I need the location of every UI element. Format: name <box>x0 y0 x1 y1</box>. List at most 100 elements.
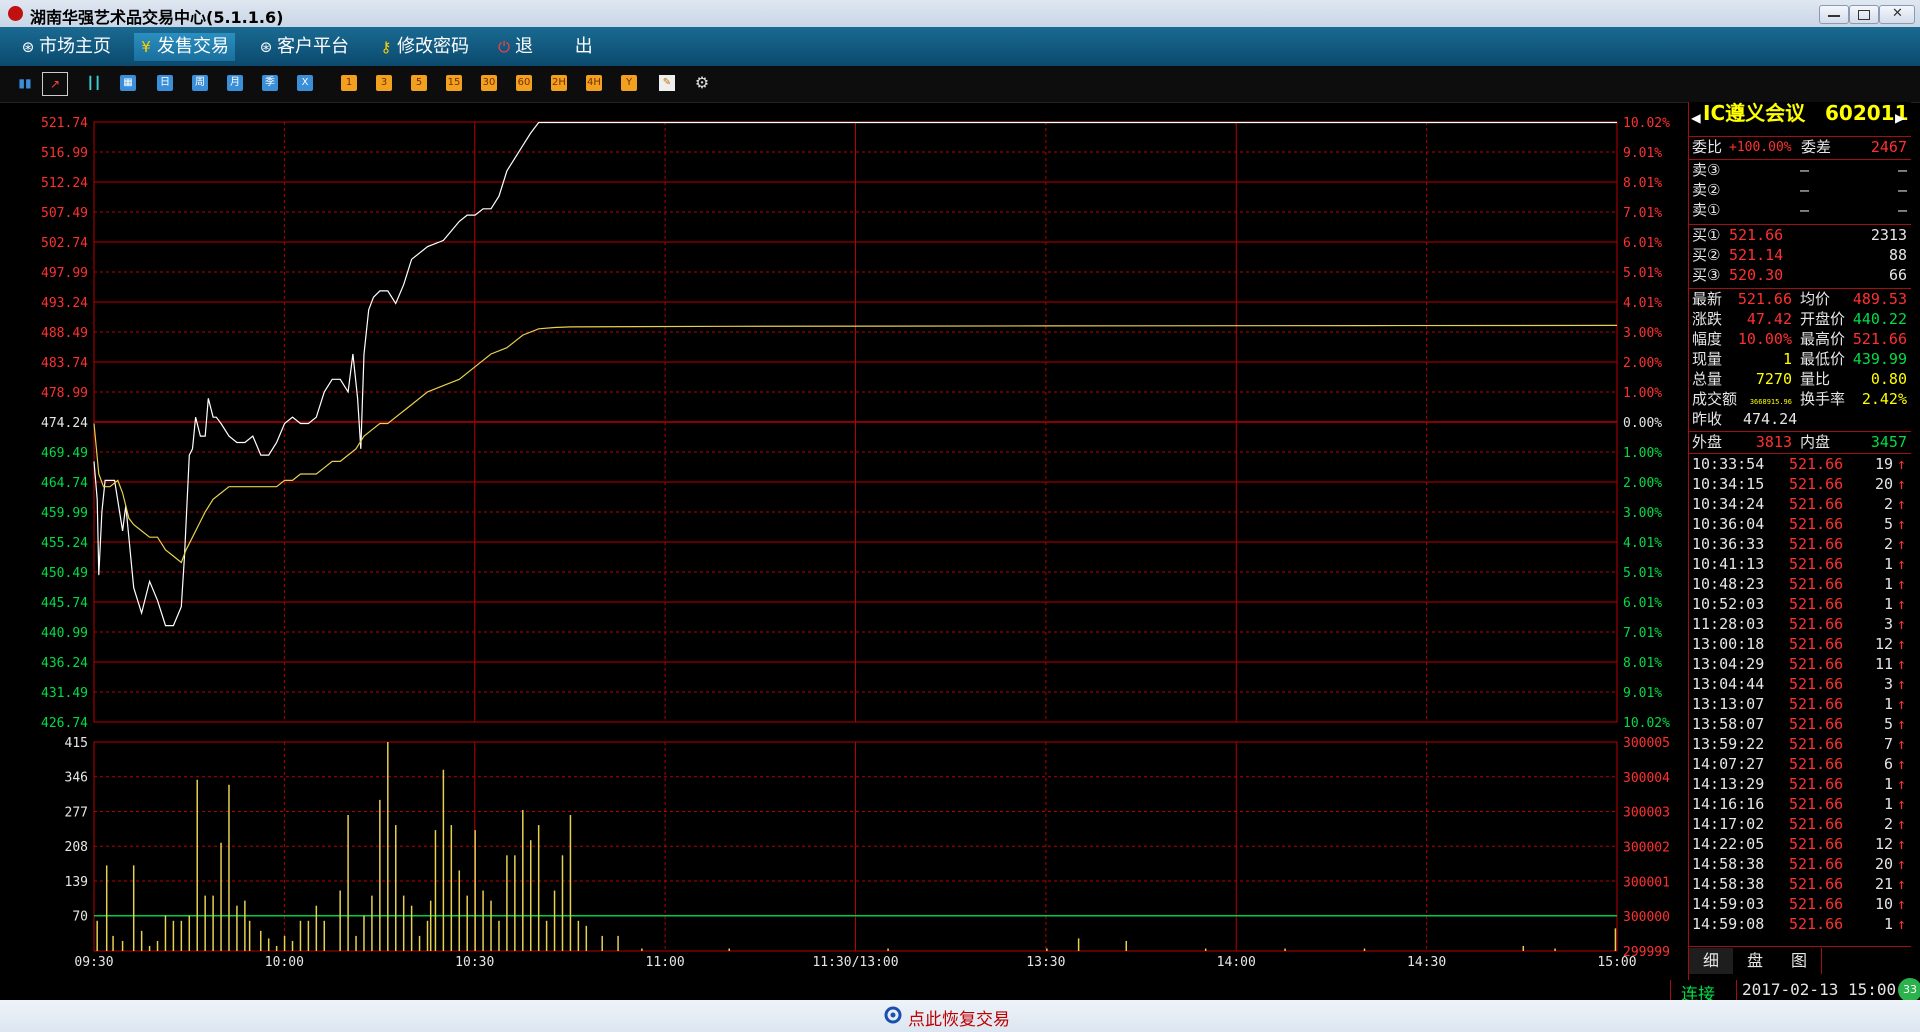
tick-time: 14:16:16 <box>1692 795 1765 813</box>
menu-item-1[interactable]: ⊛ 市场主页 <box>16 33 117 61</box>
weicha-value: 2467 <box>1870 138 1907 156</box>
maximize-button[interactable] <box>1849 5 1879 24</box>
tick-volume: 2 <box>1883 495 1893 513</box>
minute-button-1[interactable]: 1 <box>341 75 357 91</box>
notification-badge[interactable]: 33 <box>1898 978 1920 1002</box>
pct-tick-label: 7.01% <box>1623 626 1662 641</box>
pct-tick-label: 0.00% <box>1623 416 1662 431</box>
up-arrow-icon: ↑ <box>1897 735 1907 753</box>
quote-tab-3[interactable]: 图 <box>1777 948 1822 974</box>
tick-volume: 5 <box>1883 515 1893 533</box>
calendar-icon[interactable]: ▦ <box>120 75 136 91</box>
stat-label: 最新 <box>1692 290 1723 308</box>
restore-trade-link[interactable]: 点此恢复交易 <box>908 1005 1010 1030</box>
period-button-5[interactable]: X <box>297 75 313 91</box>
menu-item-5[interactable]: ⏻ 退 出 <box>492 33 599 61</box>
up-arrow-icon: ↑ <box>1897 495 1907 513</box>
sell-row: 卖② — — <box>1689 181 1911 200</box>
minute-button-8[interactable]: 4H <box>586 75 602 91</box>
buy-label: 买③ <box>1692 266 1721 284</box>
menu-item-3[interactable]: ⊛ 客户平台 <box>254 33 355 61</box>
candlestick-icon[interactable]: ┃┃ <box>86 75 102 91</box>
tick-row: 14:07:27 521.66 6 ↑ <box>1689 755 1911 774</box>
app-logo-icon <box>8 6 23 21</box>
stat-label: 最低价 <box>1800 350 1846 368</box>
gear-icon[interactable]: ⚙ <box>694 75 710 91</box>
period-button-4[interactable]: 季 <box>262 75 278 91</box>
price-tick-label: 493.24 <box>41 296 88 311</box>
bar-chart-icon[interactable]: ▮▮ <box>17 75 33 91</box>
minute-button-3[interactable]: 5 <box>411 75 427 91</box>
up-arrow-icon: ↑ <box>1897 755 1907 773</box>
tick-volume: 10 <box>1874 895 1893 913</box>
stock-name: IC遵义会议 <box>1703 101 1806 125</box>
period-button-3[interactable]: 月 <box>227 75 243 91</box>
stat-label: 幅度 <box>1692 330 1723 348</box>
tick-volume: 1 <box>1883 595 1893 613</box>
buy-volume: 88 <box>1888 246 1907 264</box>
period-button-1[interactable]: 日 <box>157 75 173 91</box>
up-arrow-icon: ↑ <box>1897 575 1907 593</box>
menu-item-4[interactable]: ⚷ 修改密码 <box>374 33 475 61</box>
up-arrow-icon: ↑ <box>1897 635 1907 653</box>
outer-label: 外盘 <box>1692 433 1723 451</box>
minute-button-9[interactable]: Y <box>621 75 637 91</box>
pct-tick-label: 9.01% <box>1623 686 1662 701</box>
buy-price: 520.30 <box>1729 266 1784 284</box>
price-tick-label: 455.24 <box>41 536 88 551</box>
buy-volume: 2313 <box>1870 226 1907 244</box>
key-icon: ⚷ <box>380 38 392 56</box>
price-tick-label: 474.24 <box>41 416 88 431</box>
time-tick-label: 10:00 <box>265 955 304 970</box>
minute-button-5[interactable]: 30 <box>481 75 497 91</box>
up-arrow-icon: ↑ <box>1897 895 1907 913</box>
up-arrow-icon: ↑ <box>1897 655 1907 673</box>
pct-tick-label: 10.02% <box>1623 716 1670 731</box>
price-tick-label: 512.24 <box>41 176 88 191</box>
tick-volume: 20 <box>1874 475 1893 493</box>
up-arrow-icon: ↑ <box>1897 675 1907 693</box>
stat-row: 涨跌 47.42 开盘价 440.22 <box>1689 310 1911 329</box>
tick-row: 10:36:33 521.66 2 ↑ <box>1689 535 1911 554</box>
price-tick-label: 507.49 <box>41 206 88 221</box>
price-tick-label: 488.49 <box>41 326 88 341</box>
weibi-value: +100.00% <box>1729 140 1792 155</box>
minute-button-2[interactable]: 3 <box>376 75 392 91</box>
menu-item-2[interactable]: ¥ 发售交易 <box>134 33 235 61</box>
tick-price: 521.66 <box>1789 875 1844 893</box>
tick-row: 10:52:03 521.66 1 ↑ <box>1689 595 1911 614</box>
restore-trade-icon[interactable] <box>884 1006 902 1024</box>
up-arrow-icon: ↑ <box>1897 615 1907 633</box>
period-button-2[interactable]: 周 <box>192 75 208 91</box>
volume-right-tick-label: 300000 <box>1623 910 1670 925</box>
pct-tick-label: 5.01% <box>1623 266 1662 281</box>
quote-tab-1[interactable]: 细 <box>1689 948 1734 974</box>
tick-row: 13:04:44 521.66 3 ↑ <box>1689 675 1911 694</box>
up-arrow-icon: ↑ <box>1897 775 1907 793</box>
minute-button-7[interactable]: 2H <box>551 75 567 91</box>
pencil-icon[interactable]: ✎ <box>659 75 675 91</box>
minute-button-4[interactable]: 15 <box>446 75 462 91</box>
line-chart-icon[interactable]: ↗ <box>42 72 68 96</box>
tick-time: 10:33:54 <box>1692 455 1765 473</box>
title-bar: 湖南华强艺术品交易中心(5.1.1.6) ✕ <box>0 0 1920 28</box>
stat-value: 2.42% <box>1861 390 1907 408</box>
minute-button-6[interactable]: 60 <box>516 75 532 91</box>
price-tick-label: 521.74 <box>41 116 88 131</box>
tick-volume: 19 <box>1874 455 1893 473</box>
next-stock-arrow-icon[interactable]: ▶ <box>1895 108 1905 127</box>
stat-label: 昨收 <box>1692 410 1723 428</box>
close-button[interactable]: ✕ <box>1879 5 1915 24</box>
minimize-button[interactable] <box>1819 5 1849 24</box>
volume-right-tick-label: 299999 <box>1623 945 1670 960</box>
volume-right-tick-label: 300002 <box>1623 841 1670 856</box>
tick-time: 13:04:44 <box>1692 675 1765 693</box>
stat-row: 总量 7270 量比 0.80 <box>1689 370 1911 389</box>
sell-label: 卖② <box>1692 181 1721 199</box>
tick-price: 521.66 <box>1789 895 1844 913</box>
quote-tab-2[interactable]: 盘 <box>1733 948 1778 974</box>
prev-stock-arrow-icon[interactable]: ◀ <box>1691 108 1701 127</box>
sell-label: 卖③ <box>1692 161 1721 179</box>
inner-value: 3457 <box>1870 433 1907 451</box>
tick-price: 521.66 <box>1789 475 1844 493</box>
